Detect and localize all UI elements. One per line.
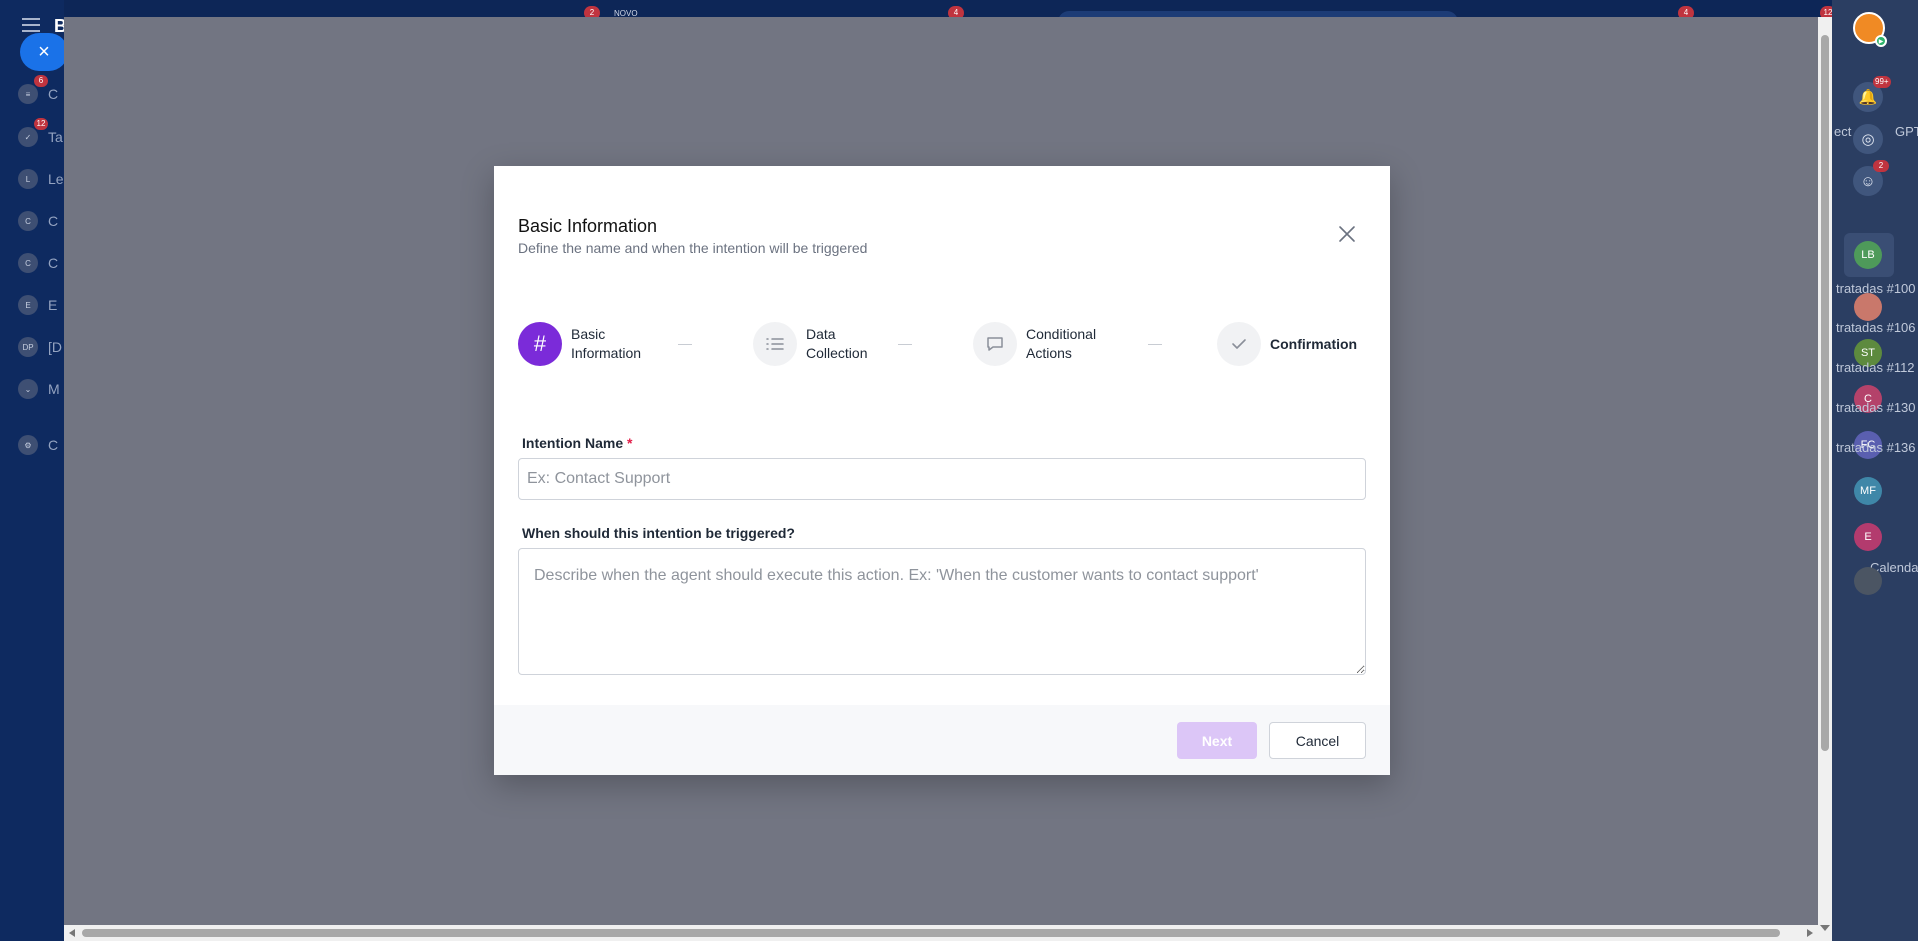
sidebar-item-tasks[interactable]: ✓ 12 Ta [18, 118, 63, 147]
contact-avatar[interactable]: E [1854, 523, 1882, 551]
sidebar-avatar: DP [18, 337, 38, 357]
online-status-icon: ▶ [1875, 35, 1887, 47]
sidebar-item-c1[interactable]: C C [18, 211, 58, 231]
scroll-right-arrow-icon[interactable] [1807, 929, 1813, 937]
scroll-down-arrow-icon[interactable] [1820, 925, 1830, 931]
sidebar-item-label: C [48, 255, 59, 271]
check-icon [1217, 322, 1261, 366]
step-label: Confirmation [1270, 335, 1358, 352]
sidebar-badge: 6 [34, 75, 48, 87]
required-mark: * [627, 435, 633, 451]
step-confirmation[interactable]: Confirmation [1217, 322, 1357, 366]
sidebar-item-funnel[interactable]: ≡ 6 C [18, 75, 59, 104]
gear-icon: ⚙ [18, 435, 38, 455]
sidebar-item-label: M [48, 381, 60, 397]
close-fab-button[interactable]: × [20, 33, 68, 71]
step-basic-information[interactable]: # Basic Information [518, 322, 657, 366]
close-icon[interactable] [1337, 224, 1357, 244]
chat-badge: 2 [1873, 160, 1889, 172]
next-button[interactable]: Next [1177, 722, 1257, 759]
intention-name-label: Intention Name * [522, 435, 632, 451]
intention-modal: Basic Information Define the name and wh… [494, 166, 1390, 775]
sidebar-avatar: E [18, 295, 38, 315]
contact-avatar[interactable]: LB [1854, 241, 1882, 269]
sidebar-item-label: Le [48, 171, 64, 187]
field-label-text: Intention Name [522, 435, 624, 451]
sidebar-avatar: L [18, 169, 38, 189]
intention-name-input[interactable] [518, 458, 1366, 500]
sidebar-item-label: C [48, 437, 59, 453]
modal-subtitle: Define the name and when the intention w… [518, 240, 868, 256]
trigger-description-textarea[interactable] [518, 548, 1366, 675]
right-panel-text: ect [1834, 124, 1852, 139]
step-label: Conditional Actions [1026, 326, 1097, 361]
chevron-down-icon: ⌄ [18, 379, 38, 399]
sidebar-item-label: Ta [48, 129, 63, 145]
hamburger-menu-icon[interactable] [22, 18, 40, 32]
step-data-collection[interactable]: Data Collection [753, 322, 886, 366]
step-label: Data Collection [806, 326, 868, 361]
sidebar-item-l[interactable]: L Le [18, 169, 64, 189]
sidebar-item-more[interactable]: ⌄ M [18, 379, 60, 399]
scroll-left-arrow-icon[interactable] [69, 929, 75, 937]
contact-label: tratadas #106 [1836, 320, 1916, 335]
task-icon: ✓ [18, 127, 38, 147]
sidebar-item-label: C [48, 86, 59, 102]
horizontal-scrollbar[interactable] [64, 925, 1818, 941]
contact-avatar[interactable]: MF [1854, 477, 1882, 505]
chat-bubble-icon [973, 322, 1017, 366]
list-icon [753, 322, 797, 366]
chat-icon[interactable]: ☺ 2 [1853, 160, 1889, 196]
step-conditional-actions[interactable]: Conditional Actions [973, 322, 1116, 366]
funnel-icon: ≡ [18, 84, 38, 104]
contact-label: tratadas #112 [1836, 360, 1915, 375]
contact-label: tratadas #130 [1836, 400, 1916, 415]
sidebar-item-dp[interactable]: DP [D [18, 337, 62, 357]
trigger-label: When should this intention be triggered? [522, 525, 795, 541]
vertical-scrollbar-thumb[interactable] [1821, 35, 1829, 751]
vertical-scrollbar[interactable] [1818, 17, 1832, 941]
contact-label: tratadas #136 [1836, 440, 1916, 455]
sidebar-item-c2[interactable]: C C [18, 253, 58, 273]
modal-title: Basic Information [518, 216, 658, 236]
step-separator [1148, 344, 1162, 345]
step-label: Basic Information [571, 326, 642, 361]
sidebar-avatar: C [18, 211, 38, 231]
cancel-button[interactable]: Cancel [1269, 722, 1366, 759]
hash-icon: # [518, 322, 562, 366]
sidebar-item-label: C [48, 213, 59, 229]
horizontal-scrollbar-thumb[interactable] [82, 929, 1780, 937]
sidebar-item-label: E [48, 297, 58, 313]
stepper: # Basic Information Data Collection Cond… [518, 322, 1366, 372]
right-panel-text: GPT [1895, 124, 1918, 139]
sidebar-item-label: [D [48, 339, 62, 355]
contact-avatar[interactable] [1854, 293, 1882, 321]
sidebar-item-settings[interactable]: ⚙ C [18, 435, 58, 455]
sidebar-badge: 12 [34, 118, 48, 130]
sidebar-item-e[interactable]: E E [18, 295, 57, 315]
ai-agent-icon[interactable]: ◎ [1853, 124, 1883, 154]
modal-footer: Next Cancel [494, 705, 1390, 775]
sidebar-avatar: C [18, 253, 38, 273]
notification-badge: 99+ [1873, 76, 1891, 88]
contact-avatar[interactable] [1854, 567, 1882, 595]
bell-icon[interactable]: 🔔 99+ [1853, 76, 1891, 112]
contact-label: tratadas #100 [1836, 281, 1916, 296]
step-separator [898, 344, 912, 345]
step-separator [678, 344, 692, 345]
